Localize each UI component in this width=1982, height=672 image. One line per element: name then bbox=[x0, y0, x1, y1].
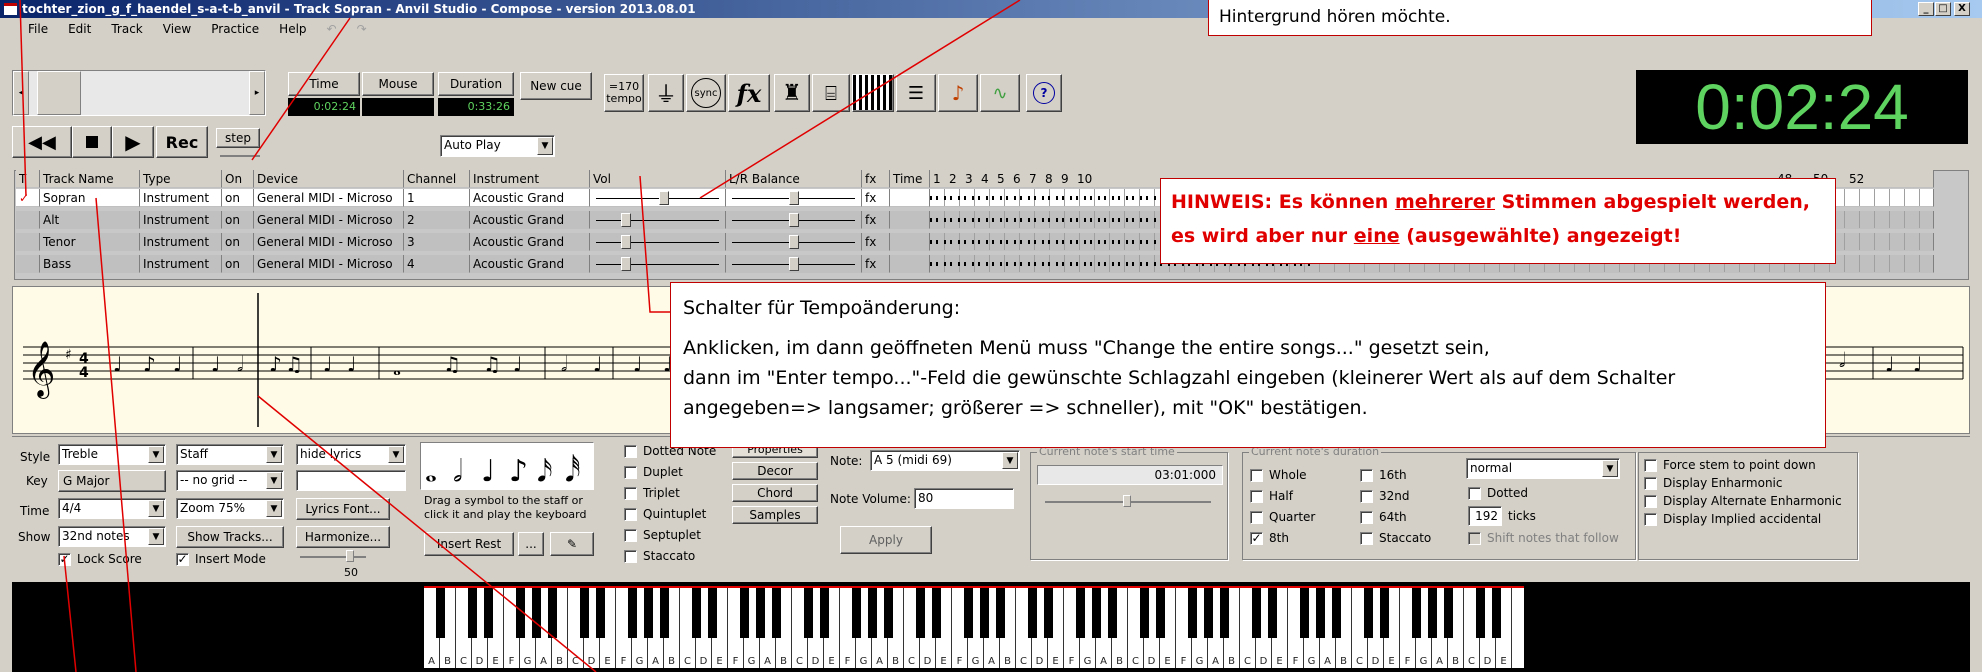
app-window: tochter_zion_g_f_haendel_s-a-t-b_anvil -… bbox=[0, 0, 1982, 672]
annotation-lines bbox=[19, 0, 1021, 672]
